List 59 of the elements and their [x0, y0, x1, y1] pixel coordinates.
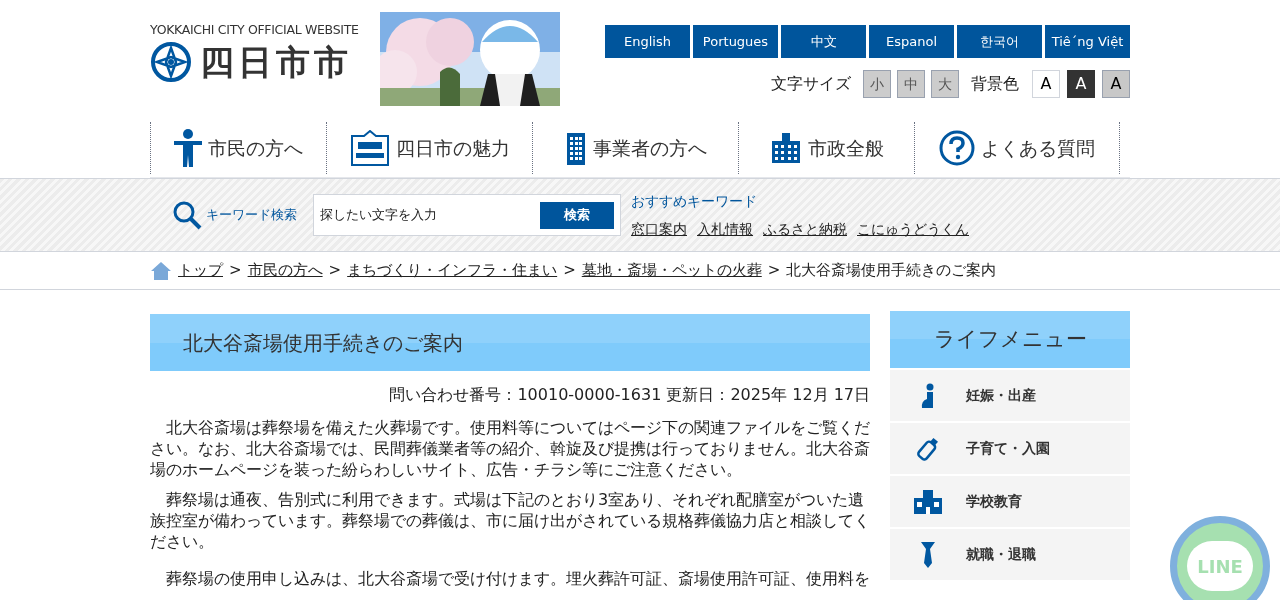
language-link[interactable]: English	[605, 25, 690, 58]
school-icon	[914, 489, 942, 514]
background-color-button[interactable]: A	[1032, 70, 1060, 98]
city-logo-text[interactable]: 四日市市	[200, 44, 352, 79]
necktie-icon	[920, 540, 936, 569]
font-size-button[interactable]: 大	[931, 70, 959, 98]
keyword-link[interactable]: 入札情報	[697, 219, 753, 240]
breadcrumb-link[interactable]: 市民の方へ	[247, 259, 323, 282]
style-logo-icon	[349, 130, 390, 166]
breadcrumb-link[interactable]: 墓地・斎場・ペットの火葬	[581, 259, 762, 282]
font-size-button[interactable]: 小	[863, 70, 891, 98]
search-button[interactable]: 検索	[540, 201, 614, 229]
article-paragraph: 葬祭場の使用申し込みは、北大谷斎場で受け付けます。埋火葬許可証、斎場使用許可証、使用料を	[165, 568, 870, 589]
life-menu-item[interactable]: 学校教育	[890, 476, 1130, 527]
inquiry-meta: 問い合わせ番号：10010-0000-1631 更新日：2025年 12月 17日	[388, 384, 870, 406]
baby-bottle-icon	[915, 435, 941, 462]
life-menu-item[interactable]: 就職・退職	[890, 529, 1130, 580]
article-paragraph: 北大谷斎場は葬祭場を備えた火葬場です。使用料等についてはページ下の関連ファイルをご覧ください。なお、北大谷斎場では、民間葬儀業者等の紹介、斡旋及び提携は行っておりません。北大谷斎場のホームページを装った紛らわしいサイト、広告・チラシ等にご注意ください。	[150, 417, 870, 480]
background-color-button[interactable]: A	[1102, 70, 1130, 98]
breadcrumb-separator: >	[229, 260, 242, 282]
language-link[interactable]: Espanol	[869, 25, 954, 58]
building-icon	[564, 131, 587, 165]
main-nav-item[interactable]: 四日市の魅力	[326, 122, 532, 174]
breadcrumb-link[interactable]: まちづくり・インフラ・住まい	[347, 259, 558, 282]
keyword-link[interactable]: ふるさと納税	[763, 219, 847, 240]
city-hall-icon	[769, 133, 802, 163]
keyword-link[interactable]: こにゅうどうくん	[857, 219, 969, 240]
background-color-button[interactable]: A	[1067, 70, 1095, 98]
font-size-label: 文字サイズ	[771, 73, 851, 95]
breadcrumb-separator: >	[563, 260, 576, 282]
recommended-keywords-label: おすすめキーワード	[631, 192, 758, 211]
language-link[interactable]: 한국어	[957, 25, 1042, 58]
breadcrumb-separator: >	[328, 260, 342, 282]
life-menu-item[interactable]: 妊娠・出産	[890, 370, 1130, 421]
breadcrumb-link[interactable]: トップ	[178, 259, 223, 282]
home-icon	[150, 260, 172, 281]
question-icon	[939, 130, 975, 166]
main-nav-item[interactable]: 市政全般	[738, 122, 914, 174]
life-menu-item[interactable]: 子育て・入園	[890, 423, 1130, 474]
keyword-search-label: キーワード検索	[206, 206, 297, 225]
search-field[interactable]: 探したい文字を入力 検索	[313, 194, 621, 236]
person-icon	[174, 129, 202, 167]
main-nav-item[interactable]: 事業者の方へ	[532, 122, 738, 174]
site-subtitle: YOKKAICHI CITY OFFICIAL WEBSITE	[150, 24, 360, 37]
font-size-button[interactable]: 中	[897, 70, 925, 98]
keyword-link[interactable]: 窓口案内	[631, 219, 687, 240]
language-link[interactable]: 中文	[781, 25, 866, 58]
main-nav-item[interactable]: よくある質問	[914, 122, 1120, 174]
background-color-label: 背景色	[971, 73, 1019, 95]
life-menu-header: ライフメニュー	[890, 311, 1130, 368]
breadcrumb-separator: >	[767, 260, 781, 282]
city-emblem-icon	[150, 40, 192, 83]
main-nav-item[interactable]: 市民の方へ	[150, 122, 326, 174]
search-icon	[172, 200, 202, 230]
article-paragraph: 葬祭場は通夜、告別式に利用できます。式場は下記のとおり3室あり、それぞれ配膳室がついた遺族控室が備わっています。葬祭場での葬儀は、市に届け出がされている規格葬儀協力店と相談してください。	[150, 489, 870, 552]
language-link[interactable]: Portugues	[693, 25, 778, 58]
breadcrumb-current: 北大谷斎場使用手続きのご案内	[786, 260, 997, 282]
page-title: 北大谷斎場使用手続きのご案内	[150, 314, 870, 371]
language-link[interactable]: Tiê´ng Việt	[1045, 25, 1130, 58]
